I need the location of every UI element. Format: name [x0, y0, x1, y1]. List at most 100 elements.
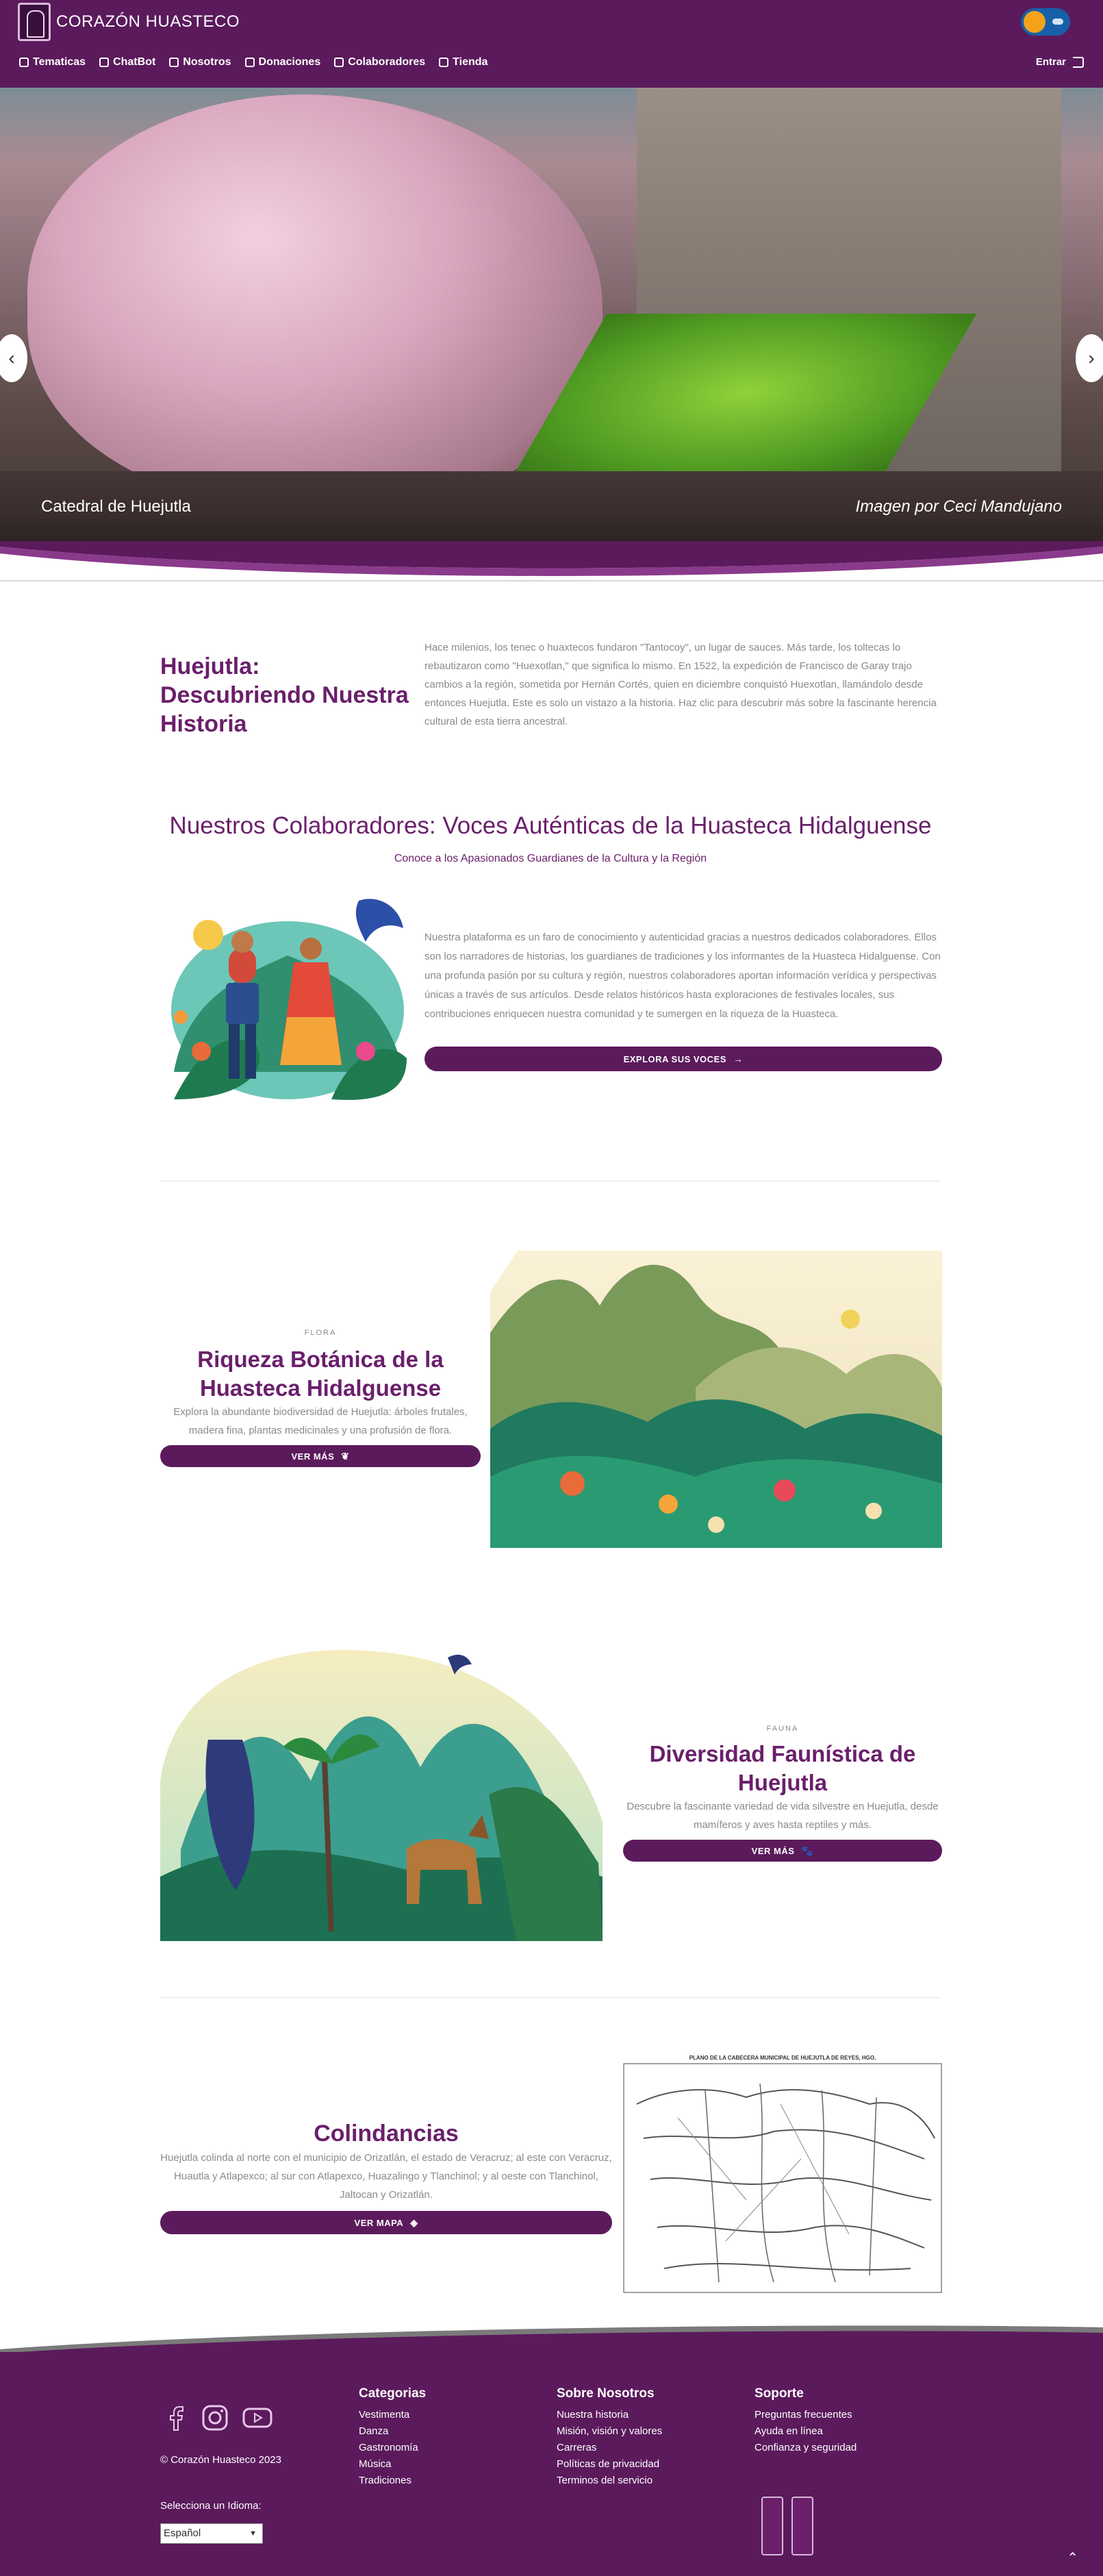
nav-item-tematicas[interactable]: Tematicas [19, 56, 86, 68]
flora-title: Riqueza Botánica de la Huasteca Hidalgue… [197, 1347, 444, 1401]
nav-item-label: Nosotros [183, 56, 231, 68]
social-links [167, 2404, 272, 2431]
chevron-left-icon: ‹ [8, 347, 15, 368]
logo [18, 3, 51, 41]
button-label: EXPLORA SUS VOCES [623, 1053, 726, 1064]
cloud-icon [1052, 18, 1063, 25]
flora-more-button[interactable]: VER MÁS ❦ [160, 1445, 481, 1467]
nav-item-nosotros[interactable]: Nosotros [169, 56, 231, 68]
footer-link[interactable]: Nuestra historia [557, 2407, 662, 2423]
button-label: VER MAPA [354, 2217, 404, 2228]
fauna-illustration [160, 1649, 603, 1941]
robot-icon [99, 58, 110, 67]
footer-col-sobre-nosotros: Sobre Nosotros Nuestra historia Misión, … [557, 2386, 662, 2489]
main-menu: Tematicas ChatBot Nosotros Donaciones Co… [19, 56, 487, 68]
language-select[interactable]: Español ▼ [160, 2523, 263, 2544]
footer-wave [0, 2325, 1103, 2356]
chevron-down-icon: ▼ [249, 2529, 257, 2538]
institution-icon [169, 58, 179, 67]
instagram-icon[interactable] [201, 2404, 229, 2431]
footer-col-soporte: Soporte Preguntas frecuentes Ayuda en lí… [755, 2386, 857, 2456]
top-navbar: CORAZÓN HUASTECO Tematicas ChatBot Nosot… [0, 0, 1103, 88]
nav-item-label: Tematicas [33, 56, 86, 68]
footer-link[interactable]: Terminos del servicio [557, 2473, 662, 2489]
sun-icon [1024, 11, 1045, 33]
nav-item-label: Colaboradores [348, 56, 426, 68]
section-divider [160, 1997, 941, 1998]
sign-in-icon [1073, 56, 1084, 68]
hand-holding-icon [244, 58, 255, 67]
footer-link[interactable]: Vestimenta [359, 2407, 426, 2423]
collaborators-text: Nuestra plataforma es un faro de conocim… [424, 931, 941, 1020]
nav-item-label: Tienda [453, 56, 488, 68]
back-to-top-button[interactable]: ⌃ [1067, 2549, 1078, 2566]
footer-logo-right [791, 2497, 813, 2555]
view-map-button[interactable]: VER MAPA ◈ [160, 2211, 612, 2234]
footer-link[interactable]: Carreras [557, 2440, 662, 2456]
hero-carousel: Catedral de Huejutla Imagen por Ceci Man… [0, 88, 1103, 544]
flora-eyebrow: FLORA [304, 1329, 337, 1337]
brand[interactable]: CORAZÓN HUASTECO [18, 3, 240, 41]
footer-col-title: Soporte [755, 2386, 804, 2401]
nav-item-chatbot[interactable]: ChatBot [99, 56, 155, 68]
arrow-right-icon: → [733, 1053, 744, 1064]
language-value: Español [164, 2527, 201, 2539]
nav-item-label: Donaciones [258, 56, 321, 68]
slide-caption: Catedral de Huejutla [41, 497, 191, 516]
language-label: Selecciona un Idioma: [160, 2500, 262, 2512]
seedling-icon: ❦ [341, 1450, 350, 1462]
footer-col-title: Categorias [359, 2386, 427, 2401]
fauna-more-button[interactable]: VER MÁS 🐾 [623, 1840, 942, 1862]
footer-link[interactable]: Gastronomía [359, 2440, 426, 2456]
fauna-text: Descubre la fascinante variedad de vida … [626, 1801, 939, 1831]
footer-logo-left [761, 2497, 783, 2555]
flora-illustration [490, 1251, 942, 1548]
brand-title: CORAZÓN HUASTECO [56, 12, 240, 31]
paw-icon: 🐾 [801, 1845, 814, 1856]
theme-toggle[interactable] [1021, 8, 1070, 36]
carousel-next-button[interactable]: › [1076, 334, 1103, 382]
footer-link[interactable]: Danza [359, 2423, 426, 2440]
footer-link[interactable]: Misión, visión y valores [557, 2423, 662, 2440]
map-title: PLANO DE LA CABECERA MUNICIPAL DE HUEJUT… [689, 2055, 876, 2061]
chevron-right-icon: › [1088, 347, 1095, 368]
footer-link[interactable]: Políticas de privacidad [557, 2456, 662, 2473]
explore-voices-button[interactable]: EXPLORA SUS VOCES → [424, 1047, 942, 1071]
flora-text: Explora la abundante biodiversidad de Hu… [173, 1406, 468, 1436]
slide-credit: Imagen por Ceci Mandujano [855, 497, 1062, 516]
collaborators-subtitle: Conoce a los Apasionados Guardianes de l… [394, 853, 707, 864]
footer-col-categorias: Categorias Vestimenta Danza Gastronomía … [359, 2386, 426, 2489]
borders-text: Huejutla colinda al norte con el municip… [160, 2152, 612, 2201]
borders-title: Colindancias [314, 2121, 459, 2147]
button-label: VER MÁS [291, 1451, 335, 1462]
nav-item-label: ChatBot [113, 56, 156, 68]
login-link[interactable]: Entrar [1036, 56, 1084, 68]
store-icon [439, 58, 449, 67]
facebook-icon[interactable] [167, 2404, 188, 2431]
footer-link[interactable]: Tradiciones [359, 2473, 426, 2489]
history-text[interactable]: Hace milenios, los tenec o huaxtecos fun… [424, 638, 942, 731]
footer-link[interactable]: Confianza y seguridad [755, 2440, 857, 2456]
nav-item-donaciones[interactable]: Donaciones [244, 56, 321, 68]
carousel-prev-button[interactable]: ‹ [0, 334, 27, 382]
tag-icon [19, 58, 29, 67]
footer-link[interactable]: Ayuda en línea [755, 2423, 857, 2440]
history-title: Huejutla: Descubriendo Nuestra Historia [160, 653, 409, 737]
blossom-tree-image [27, 95, 603, 505]
collaborators-title: Nuestros Colaboradores: Voces Auténticas… [169, 812, 932, 839]
street-map-drawing [623, 2063, 942, 2293]
youtube-icon[interactable] [242, 2404, 272, 2431]
book-icon [334, 58, 344, 67]
button-label: VER MÁS [751, 1845, 795, 1856]
footer-link[interactable]: Preguntas frecuentes [755, 2407, 857, 2423]
nav-item-tienda[interactable]: Tienda [439, 56, 487, 68]
town-map[interactable]: PLANO DE LA CABECERA MUNICIPAL DE HUEJUT… [623, 2055, 942, 2294]
footer-link[interactable]: Música [359, 2456, 426, 2473]
copyright: © Corazón Huasteco 2023 [160, 2454, 281, 2466]
collaborators-illustration [171, 899, 407, 1100]
fauna-eyebrow: FAUNA [766, 1725, 799, 1733]
hero-wave-divider [0, 541, 1103, 582]
map-icon: ◈ [410, 2216, 418, 2228]
nav-item-colaboradores[interactable]: Colaboradores [334, 56, 425, 68]
chevron-up-icon: ⌃ [1067, 2551, 1078, 2566]
